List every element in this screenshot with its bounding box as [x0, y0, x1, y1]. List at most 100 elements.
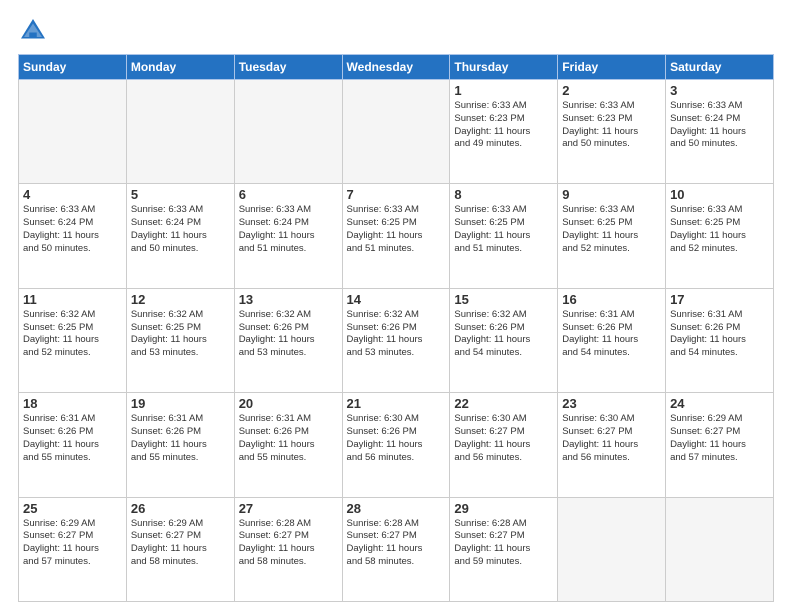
day-number: 14	[347, 292, 446, 307]
day-info: Sunrise: 6:30 AM Sunset: 6:27 PM Dayligh…	[562, 413, 661, 464]
calendar-cell	[558, 497, 666, 601]
day-info: Sunrise: 6:33 AM Sunset: 6:25 PM Dayligh…	[454, 204, 553, 255]
day-number: 2	[562, 83, 661, 98]
day-number: 16	[562, 292, 661, 307]
day-info: Sunrise: 6:28 AM Sunset: 6:27 PM Dayligh…	[454, 518, 553, 569]
calendar-cell: 11 Sunrise: 6:32 AM Sunset: 6:25 PM Dayli…	[19, 288, 127, 392]
day-info: Sunrise: 6:32 AM Sunset: 6:25 PM Dayligh…	[23, 309, 122, 360]
calendar-cell: 9 Sunrise: 6:33 AM Sunset: 6:25 PM Daylig…	[558, 184, 666, 288]
calendar-week-1: 4 Sunrise: 6:33 AM Sunset: 6:24 PM Daylig…	[19, 184, 774, 288]
day-number: 29	[454, 501, 553, 516]
calendar-header-friday: Friday	[558, 55, 666, 80]
calendar: SundayMondayTuesdayWednesdayThursdayFrid…	[18, 54, 774, 602]
calendar-header-row: SundayMondayTuesdayWednesdayThursdayFrid…	[19, 55, 774, 80]
day-number: 3	[670, 83, 769, 98]
logo	[18, 16, 52, 46]
calendar-cell: 27Sunrise: 6:28 AM Sunset: 6:27 PM Dayli…	[234, 497, 342, 601]
day-info: Sunrise: 6:32 AM Sunset: 6:26 PM Dayligh…	[454, 309, 553, 360]
calendar-cell: 6 Sunrise: 6:33 AM Sunset: 6:24 PM Daylig…	[234, 184, 342, 288]
day-number: 5	[131, 187, 230, 202]
day-number: 18	[23, 396, 122, 411]
day-info: Sunrise: 6:29 AM Sunset: 6:27 PM Dayligh…	[23, 518, 122, 569]
day-number: 12	[131, 292, 230, 307]
calendar-cell: 7 Sunrise: 6:33 AM Sunset: 6:25 PM Daylig…	[342, 184, 450, 288]
calendar-cell: 3 Sunrise: 6:33 AM Sunset: 6:24 PM Daylig…	[666, 80, 774, 184]
day-info: Sunrise: 6:28 AM Sunset: 6:27 PM Dayligh…	[347, 518, 446, 569]
day-info: Sunrise: 6:31 AM Sunset: 6:26 PM Dayligh…	[23, 413, 122, 464]
calendar-cell: 5 Sunrise: 6:33 AM Sunset: 6:24 PM Daylig…	[126, 184, 234, 288]
calendar-cell: 25 Sunrise: 6:29 AM Sunset: 6:27 PM Dayli…	[19, 497, 127, 601]
day-info: Sunrise: 6:33 AM Sunset: 6:25 PM Dayligh…	[562, 204, 661, 255]
day-info: Sunrise: 6:28 AM Sunset: 6:27 PM Dayligh…	[239, 518, 338, 569]
day-info: Sunrise: 6:33 AM Sunset: 6:24 PM Dayligh…	[670, 100, 769, 151]
calendar-header-sunday: Sunday	[19, 55, 127, 80]
calendar-week-3: 18 Sunrise: 6:31 AM Sunset: 6:26 PM Dayli…	[19, 393, 774, 497]
calendar-cell	[234, 80, 342, 184]
day-info: Sunrise: 6:31 AM Sunset: 6:26 PM Dayligh…	[562, 309, 661, 360]
calendar-header-thursday: Thursday	[450, 55, 558, 80]
day-info: Sunrise: 6:33 AM Sunset: 6:24 PM Dayligh…	[131, 204, 230, 255]
day-number: 10	[670, 187, 769, 202]
calendar-cell: 13 Sunrise: 6:32 AM Sunset: 6:26 PM Dayli…	[234, 288, 342, 392]
day-number: 13	[239, 292, 338, 307]
calendar-cell: 19Sunrise: 6:31 AM Sunset: 6:26 PM Dayli…	[126, 393, 234, 497]
calendar-cell: 22 Sunrise: 6:30 AM Sunset: 6:27 PM Dayli…	[450, 393, 558, 497]
calendar-week-4: 25 Sunrise: 6:29 AM Sunset: 6:27 PM Dayli…	[19, 497, 774, 601]
calendar-cell	[126, 80, 234, 184]
day-number: 21	[347, 396, 446, 411]
calendar-cell: 15Sunrise: 6:32 AM Sunset: 6:26 PM Dayli…	[450, 288, 558, 392]
calendar-cell: 8Sunrise: 6:33 AM Sunset: 6:25 PM Daylig…	[450, 184, 558, 288]
day-number: 20	[239, 396, 338, 411]
calendar-header-wednesday: Wednesday	[342, 55, 450, 80]
calendar-cell: 21 Sunrise: 6:30 AM Sunset: 6:26 PM Dayli…	[342, 393, 450, 497]
day-info: Sunrise: 6:33 AM Sunset: 6:25 PM Dayligh…	[670, 204, 769, 255]
day-info: Sunrise: 6:33 AM Sunset: 6:23 PM Dayligh…	[454, 100, 553, 151]
header	[18, 16, 774, 46]
day-info: Sunrise: 6:33 AM Sunset: 6:25 PM Dayligh…	[347, 204, 446, 255]
calendar-week-2: 11 Sunrise: 6:32 AM Sunset: 6:25 PM Dayli…	[19, 288, 774, 392]
calendar-cell: 14 Sunrise: 6:32 AM Sunset: 6:26 PM Dayli…	[342, 288, 450, 392]
day-number: 11	[23, 292, 122, 307]
day-info: Sunrise: 6:33 AM Sunset: 6:23 PM Dayligh…	[562, 100, 661, 151]
calendar-header-tuesday: Tuesday	[234, 55, 342, 80]
day-number: 28	[347, 501, 446, 516]
day-info: Sunrise: 6:29 AM Sunset: 6:27 PM Dayligh…	[131, 518, 230, 569]
day-info: Sunrise: 6:30 AM Sunset: 6:26 PM Dayligh…	[347, 413, 446, 464]
day-number: 17	[670, 292, 769, 307]
calendar-cell: 28 Sunrise: 6:28 AM Sunset: 6:27 PM Dayli…	[342, 497, 450, 601]
day-info: Sunrise: 6:31 AM Sunset: 6:26 PM Dayligh…	[131, 413, 230, 464]
day-info: Sunrise: 6:33 AM Sunset: 6:24 PM Dayligh…	[23, 204, 122, 255]
calendar-cell: 12 Sunrise: 6:32 AM Sunset: 6:25 PM Dayli…	[126, 288, 234, 392]
calendar-cell: 29 Sunrise: 6:28 AM Sunset: 6:27 PM Dayli…	[450, 497, 558, 601]
day-number: 9	[562, 187, 661, 202]
calendar-cell: 23 Sunrise: 6:30 AM Sunset: 6:27 PM Dayli…	[558, 393, 666, 497]
calendar-cell: 20 Sunrise: 6:31 AM Sunset: 6:26 PM Dayli…	[234, 393, 342, 497]
day-info: Sunrise: 6:33 AM Sunset: 6:24 PM Dayligh…	[239, 204, 338, 255]
day-number: 26	[131, 501, 230, 516]
day-number: 6	[239, 187, 338, 202]
calendar-cell	[19, 80, 127, 184]
calendar-cell: 24 Sunrise: 6:29 AM Sunset: 6:27 PM Dayli…	[666, 393, 774, 497]
calendar-cell: 17 Sunrise: 6:31 AM Sunset: 6:26 PM Dayli…	[666, 288, 774, 392]
calendar-cell: 26 Sunrise: 6:29 AM Sunset: 6:27 PM Dayli…	[126, 497, 234, 601]
day-info: Sunrise: 6:30 AM Sunset: 6:27 PM Dayligh…	[454, 413, 553, 464]
calendar-cell: 2 Sunrise: 6:33 AM Sunset: 6:23 PM Daylig…	[558, 80, 666, 184]
day-info: Sunrise: 6:31 AM Sunset: 6:26 PM Dayligh…	[670, 309, 769, 360]
day-number: 4	[23, 187, 122, 202]
day-info: Sunrise: 6:29 AM Sunset: 6:27 PM Dayligh…	[670, 413, 769, 464]
day-number: 1	[454, 83, 553, 98]
day-number: 24	[670, 396, 769, 411]
day-info: Sunrise: 6:32 AM Sunset: 6:25 PM Dayligh…	[131, 309, 230, 360]
calendar-header-saturday: Saturday	[666, 55, 774, 80]
calendar-cell: 16 Sunrise: 6:31 AM Sunset: 6:26 PM Dayli…	[558, 288, 666, 392]
day-info: Sunrise: 6:32 AM Sunset: 6:26 PM Dayligh…	[347, 309, 446, 360]
calendar-cell: 18 Sunrise: 6:31 AM Sunset: 6:26 PM Dayli…	[19, 393, 127, 497]
calendar-week-0: 1 Sunrise: 6:33 AM Sunset: 6:23 PM Daylig…	[19, 80, 774, 184]
day-info: Sunrise: 6:32 AM Sunset: 6:26 PM Dayligh…	[239, 309, 338, 360]
day-number: 7	[347, 187, 446, 202]
day-number: 25	[23, 501, 122, 516]
day-info: Sunrise: 6:31 AM Sunset: 6:26 PM Dayligh…	[239, 413, 338, 464]
calendar-cell	[342, 80, 450, 184]
day-number: 22	[454, 396, 553, 411]
day-number: 23	[562, 396, 661, 411]
